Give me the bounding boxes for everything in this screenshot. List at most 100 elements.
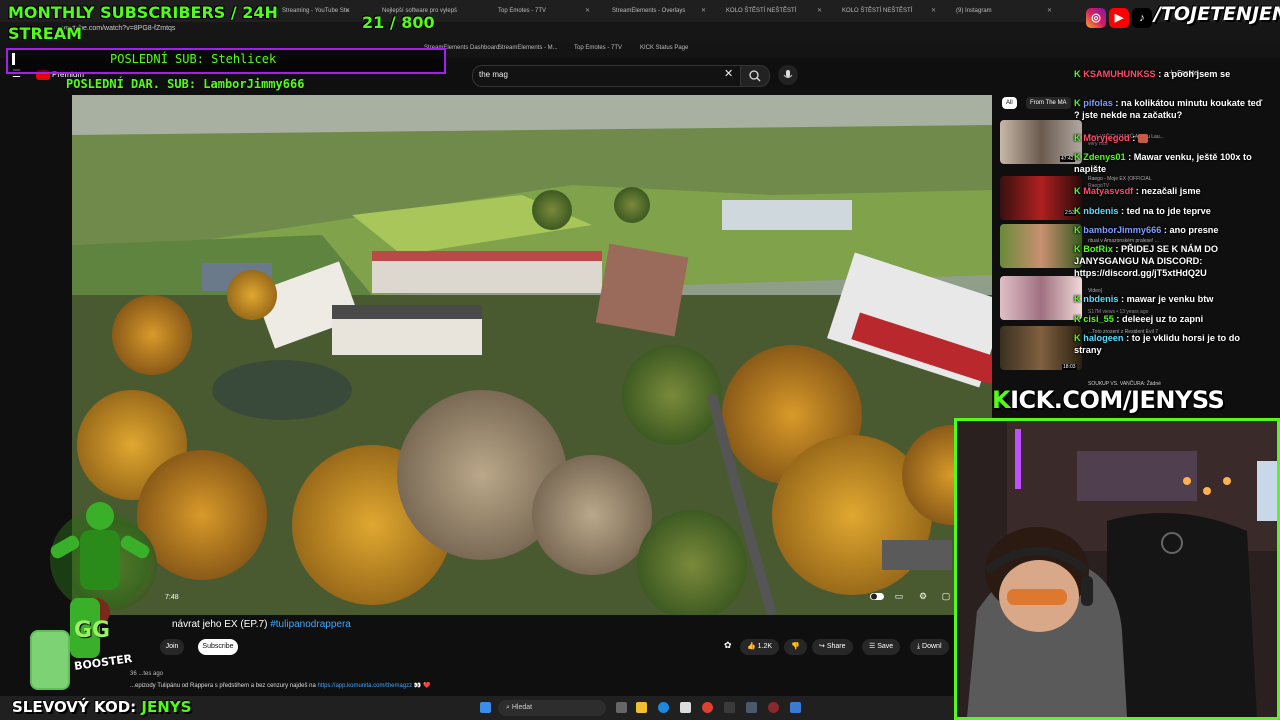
windows-start-icon[interactable] [480, 702, 491, 713]
obs-icon[interactable] [768, 702, 779, 713]
promo-label: SLEVOVÝ KOD: [12, 698, 137, 716]
like-button[interactable]: 👍 1.2K [740, 639, 780, 655]
chat-user: pifolas [1083, 98, 1113, 108]
chat-text: a pooh jsem se [1163, 69, 1231, 79]
tab-label: (9) Instagram [956, 8, 992, 14]
related-thumb-3[interactable] [1000, 224, 1082, 268]
related-thumb-4[interactable] [1000, 276, 1082, 320]
last-donation-text: POSLEDNÍ DAR. SUB: LamborJimmy666 [66, 77, 305, 91]
tab-close-icon[interactable]: ✕ [931, 3, 936, 19]
chip-from-channel[interactable]: From The MA [1026, 97, 1071, 109]
edge-icon[interactable] [658, 702, 669, 713]
tab-close-icon[interactable]: ✕ [345, 3, 350, 19]
taskbar-search-placeholder: Hledat [511, 704, 533, 711]
like-count: 1.2K [757, 643, 773, 650]
tab-instagram[interactable]: (9) Instagram ✕ [946, 3, 1052, 19]
chat-message: K Matyasvsdf : nezačali jsme [1074, 186, 1201, 196]
save-label: Save [877, 643, 894, 650]
search-icon: ⌕ [506, 704, 510, 711]
clear-search-icon[interactable]: ✕ [724, 67, 733, 80]
video-player[interactable] [72, 95, 992, 615]
chat-message: K nbdenis : ted na to jde teprve [1074, 206, 1211, 216]
chat-message: K BotRix : PŘIDEJ SE K NÁM DO JANYSGANGU… [1074, 244, 1218, 278]
tab-close-icon[interactable]: ✕ [817, 3, 822, 19]
mascot-badge: GG [74, 618, 111, 643]
bookmark-kick-status[interactable]: KICK Status Page [640, 45, 688, 51]
app-icon-3[interactable] [790, 702, 801, 713]
instagram-icon: ◎ [1086, 8, 1106, 28]
monthly-subs-title: MONTHLY SUBSCRIBERS / 24H STREAM [8, 2, 278, 44]
chat-user: cisi_55 [1083, 314, 1114, 324]
promo-code: JENYS [141, 698, 192, 716]
related-title-2[interactable]: Raego - Moje EX (OFFICIAL [1088, 176, 1152, 182]
taskbar-search[interactable]: ⌕ Hledat [498, 700, 606, 716]
download-button[interactable]: ⤓ Downl [910, 639, 949, 655]
chat-user: Moryjegod [1083, 133, 1130, 143]
task-view-icon[interactable] [616, 702, 627, 713]
chat-user: Zdenys01 [1083, 152, 1126, 162]
chat-user: BotRix [1083, 244, 1113, 254]
autoplay-toggle[interactable] [870, 591, 884, 603]
app-icon[interactable] [724, 702, 735, 713]
voice-search-button[interactable] [778, 65, 798, 85]
miniplayer-icon[interactable]: ▢ [940, 591, 952, 603]
webcam-feed [957, 421, 1277, 717]
chat-user: nbdenis [1083, 294, 1119, 304]
chrome-icon[interactable] [702, 702, 713, 713]
video-description[interactable]: ...epizody Tulipánu od Rappera s předsti… [130, 682, 430, 689]
bookmark-se-m[interactable]: StreamElements - M... [498, 45, 558, 51]
tab-label: Top Emotes - 7TV [498, 8, 547, 14]
chat-text: mawar je venku btw [1126, 294, 1214, 304]
app-icon-2[interactable] [746, 702, 757, 713]
chat-user: Matyasvsdf [1083, 186, 1134, 196]
booster-mascot: GG BOOSTER [30, 500, 170, 700]
chat-user: nbdenis [1083, 206, 1119, 216]
tab-close-icon[interactable]: ✕ [585, 3, 590, 19]
chat-message: K cisi_55 : deleeej uz to zapni [1074, 314, 1204, 324]
description-emoji: 👀 ❤️ [413, 683, 431, 689]
related-duration-1: 47:42 [1060, 156, 1075, 162]
promo-code-banner: SLEVOVÝ KOD: JENYS [12, 698, 191, 716]
video-title: návrat jeho EX (EP.7) #tulipanodrappera [172, 619, 351, 630]
tab-streamelements[interactable]: StreamElements - Overlays ✕ [600, 3, 706, 19]
search-value[interactable]: the mag [479, 70, 508, 79]
gift-icon[interactable]: ✿ [724, 640, 732, 651]
text-cursor [12, 53, 15, 65]
related-duration-5: 18:03 [1062, 364, 1077, 370]
share-label: Share [826, 643, 846, 650]
tab-kolo-2[interactable]: KOLO ŠTĚSTÍ NEŠTĚSTÍ ✕ [830, 3, 936, 19]
video-frame-aerial-village [72, 95, 992, 615]
tab-label: Streaming - YouTube Stu [282, 8, 349, 14]
chat-text: nezačali jsme [1141, 186, 1201, 196]
store-icon[interactable] [680, 702, 691, 713]
tab-close-icon[interactable]: ✕ [1047, 3, 1052, 19]
share-button[interactable]: ↪ Share [812, 639, 853, 655]
chat-message: K halogeen : to je vklidu horsi je to do… [1074, 333, 1240, 355]
chip-all[interactable]: All [1002, 97, 1017, 109]
tab-close-icon[interactable]: ✕ [701, 3, 706, 19]
subscribe-button[interactable]: Subscribe [198, 639, 238, 655]
last-sub-text: POSLEDNÍ SUB: Stehlicek [110, 52, 277, 66]
captions-icon[interactable]: ▭ [893, 591, 905, 603]
chat-user: KSAMUHUNKSS [1083, 69, 1156, 79]
chat-message: K nbdenis : mawar je venku btw [1074, 294, 1214, 304]
file-explorer-icon[interactable] [636, 702, 647, 713]
settings-gear-icon[interactable]: ⚙ [917, 591, 929, 603]
chat-text: ted na to jde teprve [1126, 206, 1211, 216]
search-button[interactable] [740, 65, 770, 87]
microphone-icon [783, 70, 793, 78]
search-input[interactable] [472, 65, 742, 87]
tab-label: KOLO ŠTĚSTÍ NEŠTĚSTÍ [726, 8, 797, 14]
tab-7tv[interactable]: Top Emotes - 7TV ✕ [484, 3, 590, 19]
video-hashtag[interactable]: #tulipanodrappera [270, 619, 351, 630]
tab-kolo-1[interactable]: KOLO ŠTĚSTÍ NEŠTĚSTÍ ✕ [716, 3, 822, 19]
download-label: Downl [922, 643, 942, 650]
sub-goal-counter: 21 / 800 [362, 13, 435, 32]
save-button[interactable]: ☰ Save [862, 639, 901, 655]
chat-user: bamborJimmy666 [1083, 225, 1162, 235]
description-link[interactable]: https://app.komunita.com/themagzz [317, 683, 412, 689]
dislike-button[interactable]: 👎 [784, 639, 807, 655]
kick-url-rest: ICK.COM/JENYSS [1010, 386, 1225, 414]
bookmark-7tv[interactable]: Top Emotes - 7TV [574, 45, 622, 51]
kick-url-k: K [992, 386, 1011, 414]
